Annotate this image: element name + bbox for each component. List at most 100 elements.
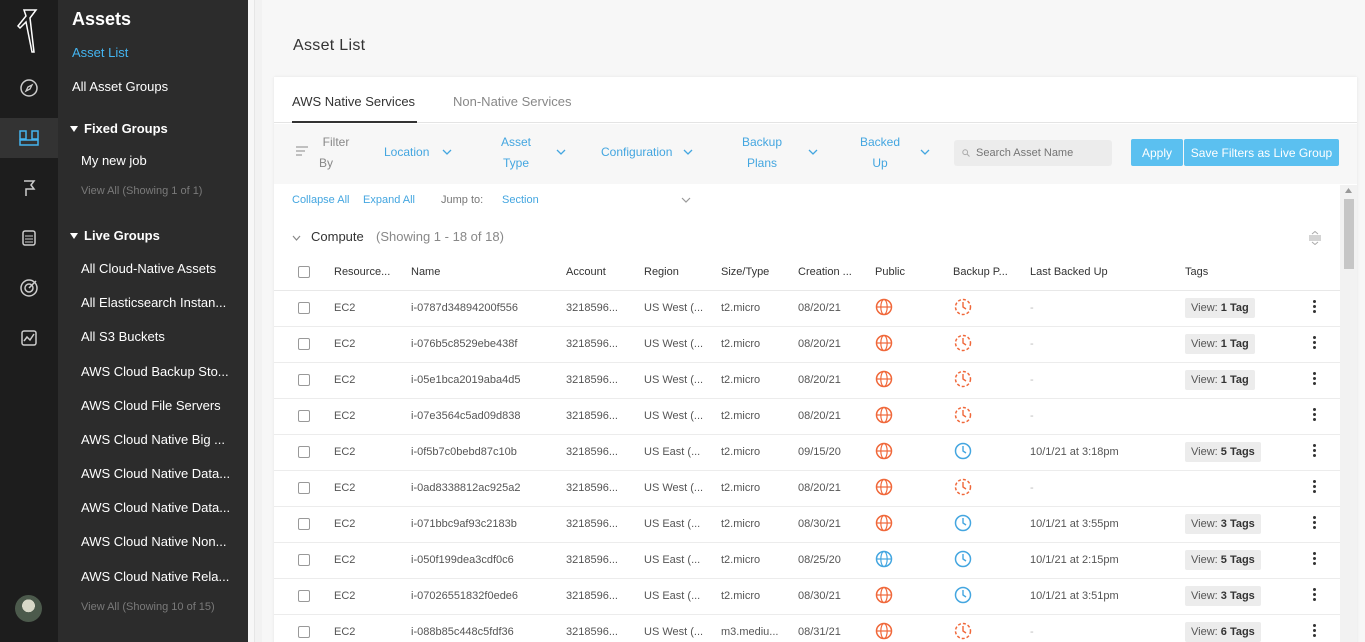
column-header[interactable]: Backup P... xyxy=(953,254,1030,291)
more-vertical-icon[interactable] xyxy=(1313,514,1317,531)
live-group-item[interactable]: AWS Cloud Native Non... xyxy=(81,534,241,549)
live-group-item[interactable]: AWS Cloud Native Data... xyxy=(81,466,241,481)
chevron-down-icon[interactable] xyxy=(292,235,301,241)
live-groups-heading[interactable]: Live Groups xyxy=(70,228,160,243)
table-row[interactable]: EC2 i-076b5c8529ebe438f 3218596... US West … xyxy=(274,326,1340,363)
search-asset-input[interactable] xyxy=(954,140,1112,166)
column-header[interactable]: Tags xyxy=(1185,254,1313,291)
live-group-item[interactable]: All Elasticsearch Instan... xyxy=(81,295,241,310)
row-checkbox[interactable] xyxy=(298,590,310,603)
name-cell[interactable]: i-05e1bca2019aba4d5 xyxy=(411,362,566,399)
more-vertical-icon[interactable] xyxy=(1313,406,1317,423)
assets-icon[interactable] xyxy=(0,118,58,158)
row-checkbox[interactable] xyxy=(298,338,310,351)
chevron-down-icon[interactable] xyxy=(808,149,818,155)
scrollbar-thumb[interactable] xyxy=(1344,199,1354,269)
more-vertical-icon[interactable] xyxy=(1313,370,1317,387)
avatar[interactable] xyxy=(15,595,42,622)
name-cell[interactable]: i-076b5c8529ebe438f xyxy=(411,326,566,363)
table-scrollbar[interactable] xyxy=(1340,185,1357,642)
flag-icon[interactable] xyxy=(0,168,58,208)
table-row[interactable]: EC2 i-07e3564c5ad09d838 3218596... US West … xyxy=(274,398,1340,435)
live-group-item[interactable]: AWS Cloud Native Rela... xyxy=(81,569,241,584)
more-vertical-icon[interactable] xyxy=(1313,550,1317,567)
tab-aws-native[interactable]: AWS Native Services xyxy=(292,94,415,109)
table-row[interactable]: EC2 i-0787d34894200f556 3218596... US West … xyxy=(274,290,1340,327)
fixed-groups-view-all[interactable]: View All (Showing 1 of 1) xyxy=(81,185,202,197)
database-icon[interactable] xyxy=(0,218,58,258)
scroll-up-icon[interactable] xyxy=(1345,188,1352,193)
density-icon[interactable] xyxy=(1308,231,1322,245)
backup-plans-filter[interactable]: Backup Plans xyxy=(742,132,782,174)
select-all-checkbox[interactable] xyxy=(298,265,310,278)
compute-section-header[interactable]: Compute (Showing 1 - 18 of 18) xyxy=(274,222,1340,252)
name-cell[interactable]: i-050f199dea3cdf0c6 xyxy=(411,542,566,579)
column-header[interactable]: Name xyxy=(411,254,566,291)
more-vertical-icon[interactable] xyxy=(1313,478,1317,495)
live-group-item[interactable]: AWS Cloud Native Big ... xyxy=(81,432,241,447)
name-cell[interactable]: i-0ad8338812ac925a2 xyxy=(411,470,566,507)
more-vertical-icon[interactable] xyxy=(1313,334,1317,351)
column-header[interactable]: Size/Type xyxy=(721,254,798,291)
view-tags-button[interactable]: View: 6 Tags xyxy=(1185,622,1261,642)
view-tags-button[interactable]: View: 1 Tag xyxy=(1185,370,1255,390)
nav-asset-list[interactable]: Asset List xyxy=(72,45,128,60)
more-vertical-icon[interactable] xyxy=(1313,298,1317,315)
live-group-item[interactable]: AWS Cloud Native Data... xyxy=(81,500,241,515)
row-checkbox[interactable] xyxy=(298,626,310,639)
configuration-filter[interactable]: Configuration xyxy=(601,142,672,163)
name-cell[interactable]: i-07e3564c5ad09d838 xyxy=(411,398,566,435)
more-vertical-icon[interactable] xyxy=(1313,622,1317,639)
asset-type-filter[interactable]: Asset Type xyxy=(500,132,532,174)
column-header[interactable]: Creation ... xyxy=(798,254,875,291)
view-tags-button[interactable]: View: 1 Tag xyxy=(1185,334,1255,354)
chevron-down-icon[interactable] xyxy=(681,197,691,203)
nav-all-asset-groups[interactable]: All Asset Groups xyxy=(72,79,168,94)
name-cell[interactable]: i-0787d34894200f556 xyxy=(411,290,566,327)
chevron-down-icon[interactable] xyxy=(920,149,930,155)
target-icon[interactable] xyxy=(0,268,58,308)
name-cell[interactable]: i-07026551832f0ede6 xyxy=(411,578,566,615)
view-tags-button[interactable]: View: 5 Tags xyxy=(1185,550,1261,570)
row-checkbox[interactable] xyxy=(298,302,310,315)
column-header[interactable]: Account xyxy=(566,254,644,291)
table-row[interactable]: EC2 i-0ad8338812ac925a2 3218596... US West … xyxy=(274,470,1340,507)
fixed-group-item[interactable]: My new job xyxy=(81,153,241,168)
chart-icon[interactable] xyxy=(0,318,58,358)
section-select[interactable]: Section xyxy=(502,194,539,206)
column-header[interactable]: Public xyxy=(875,254,953,291)
view-tags-button[interactable]: View: 3 Tags xyxy=(1185,514,1261,534)
table-row[interactable]: EC2 i-07026551832f0ede6 3218596... US East … xyxy=(274,578,1340,615)
view-tags-button[interactable]: View: 1 Tag xyxy=(1185,298,1255,318)
live-group-item[interactable]: All S3 Buckets xyxy=(81,329,241,344)
table-row[interactable]: EC2 i-05e1bca2019aba4d5 3218596... US West … xyxy=(274,362,1340,399)
table-row[interactable]: EC2 i-0f5b7c0bebd87c10b 3218596... US East … xyxy=(274,434,1340,471)
location-filter[interactable]: Location xyxy=(384,142,429,163)
column-header[interactable]: Resource... xyxy=(334,254,411,291)
row-checkbox[interactable] xyxy=(298,410,310,423)
name-cell[interactable]: i-088b85c448c5fdf36 xyxy=(411,614,566,642)
logo-icon[interactable] xyxy=(14,8,44,54)
row-checkbox[interactable] xyxy=(298,518,310,531)
live-group-item[interactable]: AWS Cloud Backup Sto... xyxy=(81,364,241,379)
chevron-down-icon[interactable] xyxy=(556,149,566,155)
tab-non-native[interactable]: Non-Native Services xyxy=(453,94,572,109)
table-row[interactable]: EC2 i-071bbc9af93c2183b 3218596... US East … xyxy=(274,506,1340,543)
compass-icon[interactable] xyxy=(0,68,58,108)
view-tags-button[interactable]: View: 5 Tags xyxy=(1185,442,1261,462)
expand-all-link[interactable]: Expand All xyxy=(363,194,415,206)
fixed-groups-heading[interactable]: Fixed Groups xyxy=(70,121,168,136)
chevron-down-icon[interactable] xyxy=(683,149,693,155)
table-row[interactable]: EC2 i-088b85c448c5fdf36 3218596... US West … xyxy=(274,614,1340,642)
column-header[interactable]: Region xyxy=(644,254,721,291)
collapse-all-link[interactable]: Collapse All xyxy=(292,194,349,206)
name-cell[interactable]: i-071bbc9af93c2183b xyxy=(411,506,566,543)
live-group-item[interactable]: All Cloud-Native Assets xyxy=(81,261,241,276)
apply-button[interactable]: Apply xyxy=(1131,139,1183,166)
table-row[interactable]: EC2 i-050f199dea3cdf0c6 3218596... US East … xyxy=(274,542,1340,579)
backed-up-filter[interactable]: Backed Up xyxy=(860,132,900,174)
row-checkbox[interactable] xyxy=(298,446,310,459)
row-checkbox[interactable] xyxy=(298,554,310,567)
view-tags-button[interactable]: View: 3 Tags xyxy=(1185,586,1261,606)
sidebar-scrollbar[interactable] xyxy=(254,0,262,642)
